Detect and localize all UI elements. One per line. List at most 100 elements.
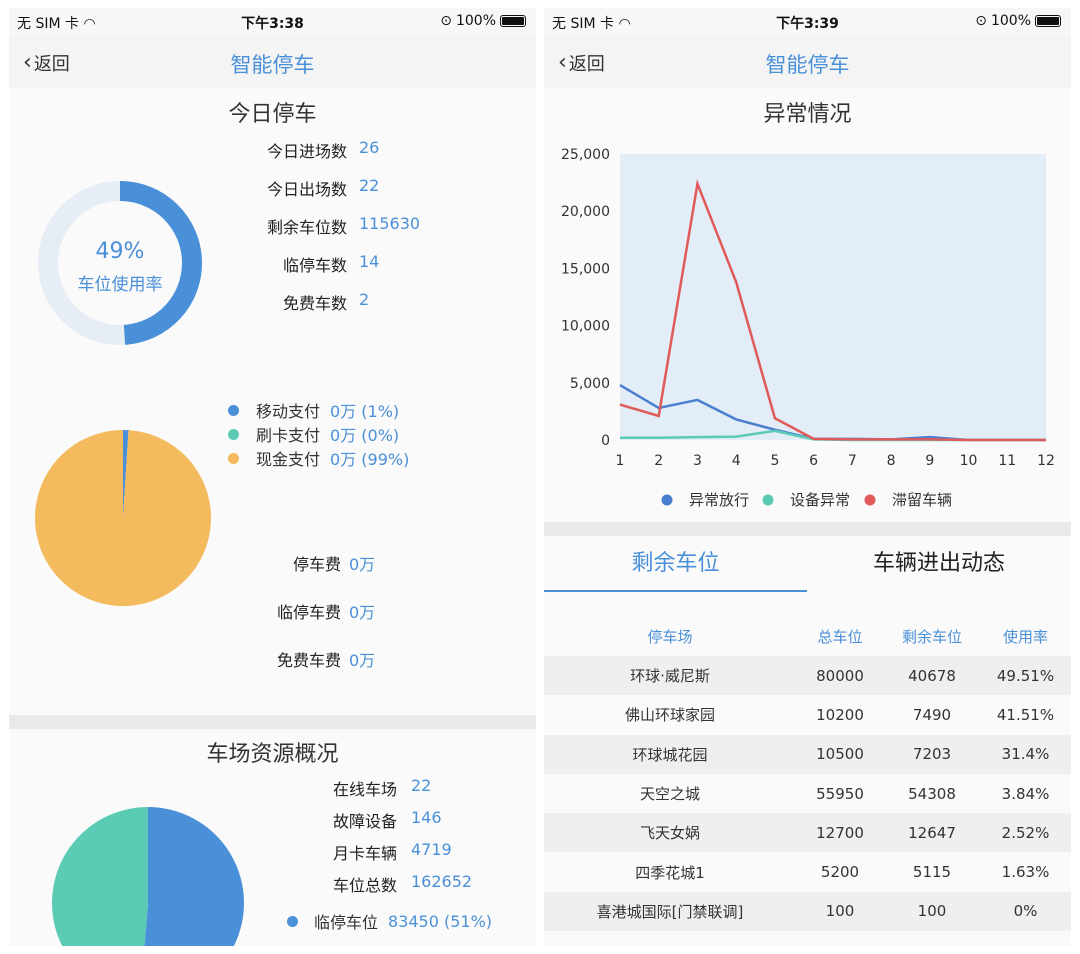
table-cell: 2.52% xyxy=(980,813,1071,853)
legend-dot-icon xyxy=(864,494,876,506)
payment-pie-chart xyxy=(35,430,211,606)
tab-vehicle-activity[interactable]: 车辆进出动态 xyxy=(807,536,1071,592)
status-right: ⊙ 100% xyxy=(975,13,1061,29)
fee-label: 停车费 xyxy=(292,555,341,574)
stat-value: 4719 xyxy=(411,840,452,859)
table-cell: 10200 xyxy=(796,695,884,735)
x-tick-label: 7 xyxy=(848,453,857,469)
resources-title: 车场资源概况 xyxy=(206,742,339,767)
stat-row: 故障设备 146 xyxy=(9,808,442,832)
table-cell: 喜港城国际[门禁联调] xyxy=(544,891,796,932)
legend-dot-icon xyxy=(228,452,239,464)
stat-row: 免费车数 2 xyxy=(9,290,369,314)
table-row[interactable]: 四季花城1 5200 5115 1.63% xyxy=(544,852,1071,892)
table-row[interactable]: 环球城花园 10500 7203 31.4% xyxy=(544,734,1071,774)
fee-label: 临停车费 xyxy=(276,603,341,622)
fee-value: 0万 xyxy=(349,651,376,670)
section-divider xyxy=(544,522,1071,536)
table-row[interactable]: 天空之城 55950 54308 3.84% xyxy=(544,773,1071,814)
battery-icon xyxy=(500,15,526,27)
y-tick-label: 0 xyxy=(601,433,610,449)
table-cell: 7203 xyxy=(884,734,980,774)
x-tick-label: 8 xyxy=(887,453,896,469)
table-cell: 天空之城 xyxy=(544,773,796,814)
stat-label: 剩余车位数 xyxy=(266,218,347,237)
legend-value: 0万 (1%) xyxy=(330,402,400,421)
legend-item: 刷卡支付 0万 (0%) xyxy=(228,422,399,446)
legend-label: 设备异常 xyxy=(790,491,850,509)
today-parking-title: 今日停车 xyxy=(228,102,317,127)
rotation-lock-icon: ⊙ xyxy=(440,13,452,29)
rotation-lock-icon: ⊙ xyxy=(975,13,987,29)
table-row[interactable]: 佛山环球家园 10200 7490 41.51% xyxy=(544,695,1071,735)
stat-label: 免费车数 xyxy=(282,294,347,313)
y-tick-label: 25,000 xyxy=(561,147,610,163)
legend-item: 异常放行 xyxy=(661,491,749,509)
page-title: 智能停车 xyxy=(230,53,315,77)
legend-value: 0万 (0%) xyxy=(330,426,400,445)
stat-label: 今日进场数 xyxy=(266,142,347,161)
y-tick-label: 20,000 xyxy=(561,204,610,220)
fee-value: 0万 xyxy=(349,603,376,622)
x-tick-label: 10 xyxy=(960,453,978,469)
x-tick-label: 4 xyxy=(732,453,741,469)
left-screen: 无 SIM 卡 ◠ 下午3:38 ⊙ 100% ‹ 返回 智能停车 今日停车 4… xyxy=(9,8,536,946)
status-bar: 无 SIM 卡 ◠ 下午3:38 ⊙ 100% xyxy=(9,8,536,36)
legend-label: 移动支付 xyxy=(256,402,321,421)
table-cell: 54308 xyxy=(884,773,980,814)
table-row[interactable]: 环球·威尼斯 80000 40678 49.51% xyxy=(544,656,1071,696)
legend-label: 刷卡支付 xyxy=(256,426,321,445)
table-cell: 12700 xyxy=(796,813,884,853)
column-header: 停车场 xyxy=(647,627,693,646)
tab-bar: 剩余车位 车辆进出动态 xyxy=(544,536,1071,592)
table-row[interactable]: 喜港城国际[门禁联调] 100 100 0% xyxy=(544,891,1071,932)
stat-value: 162652 xyxy=(411,872,473,891)
table-cell: 7490 xyxy=(884,695,980,735)
table-cell: 100 xyxy=(796,891,884,932)
battery-percent: 100% xyxy=(455,13,496,29)
stat-row: 车位总数 162652 xyxy=(9,872,472,896)
x-tick-label: 6 xyxy=(809,453,818,469)
table-cell: 3.84% xyxy=(980,773,1071,814)
fee-row: 临停车费 0万 xyxy=(9,599,375,623)
legend-item: 临停车位 83450 (51%) xyxy=(287,909,492,933)
table-cell: 80000 xyxy=(796,656,884,696)
stat-value: 115630 xyxy=(359,214,421,233)
stat-label: 在线车场 xyxy=(332,780,397,799)
page-title: 智能停车 xyxy=(765,53,850,77)
table-cell: 四季花城1 xyxy=(544,852,796,892)
table-cell: 10500 xyxy=(796,734,884,774)
table-cell: 0% xyxy=(980,891,1071,932)
section-divider xyxy=(9,715,536,729)
stat-row: 今日进场数 26 xyxy=(9,138,379,162)
legend-item: 移动支付 0万 (1%) xyxy=(228,398,399,422)
table-row[interactable]: 飞天女娲 12700 12647 2.52% xyxy=(544,813,1071,853)
x-tick-label: 5 xyxy=(770,453,779,469)
legend-dot-icon xyxy=(762,494,774,506)
tab-remaining-spaces[interactable]: 剩余车位 xyxy=(544,536,807,592)
table-cell: 环球城花园 xyxy=(544,734,796,774)
right-screen: 无 SIM 卡 ◠ 下午3:39 ⊙ 100% ‹ 返回 智能停车 异常情况 0… xyxy=(544,8,1071,946)
x-tick-label: 2 xyxy=(654,453,663,469)
fee-row: 免费车费 0万 xyxy=(9,647,375,671)
legend-dot-icon xyxy=(661,494,673,506)
stat-value: 26 xyxy=(359,138,380,157)
legend-dot-icon xyxy=(287,915,298,927)
table-cell: 5200 xyxy=(796,852,884,892)
column-header: 总车位 xyxy=(817,627,863,646)
fee-row: 停车费 0万 xyxy=(9,551,375,575)
legend-label: 现金支付 xyxy=(256,450,321,469)
legend-label: 临停车位 xyxy=(314,913,379,932)
x-tick-label: 1 xyxy=(616,453,625,469)
anomaly-line-chart: 05,00010,00015,00020,00025,0001 2 3 4 5 6 7 8 9 1… xyxy=(561,147,1055,509)
y-tick-label: 10,000 xyxy=(561,319,610,335)
battery-icon xyxy=(1035,15,1061,27)
table-cell: 飞天女娲 xyxy=(544,813,796,853)
legend-item: 设备异常 xyxy=(762,491,850,509)
parking-table: 停车场 总车位 剩余车位 使用率 环球·威尼斯 80000 40678 49.51% 佛… xyxy=(544,616,1071,932)
table-cell: 49.51% xyxy=(980,656,1071,696)
x-tick-label: 12 xyxy=(1037,453,1055,469)
stat-row: 月卡车辆 4719 xyxy=(9,840,452,864)
plot-area xyxy=(620,154,1046,440)
stat-label: 故障设备 xyxy=(332,812,397,831)
